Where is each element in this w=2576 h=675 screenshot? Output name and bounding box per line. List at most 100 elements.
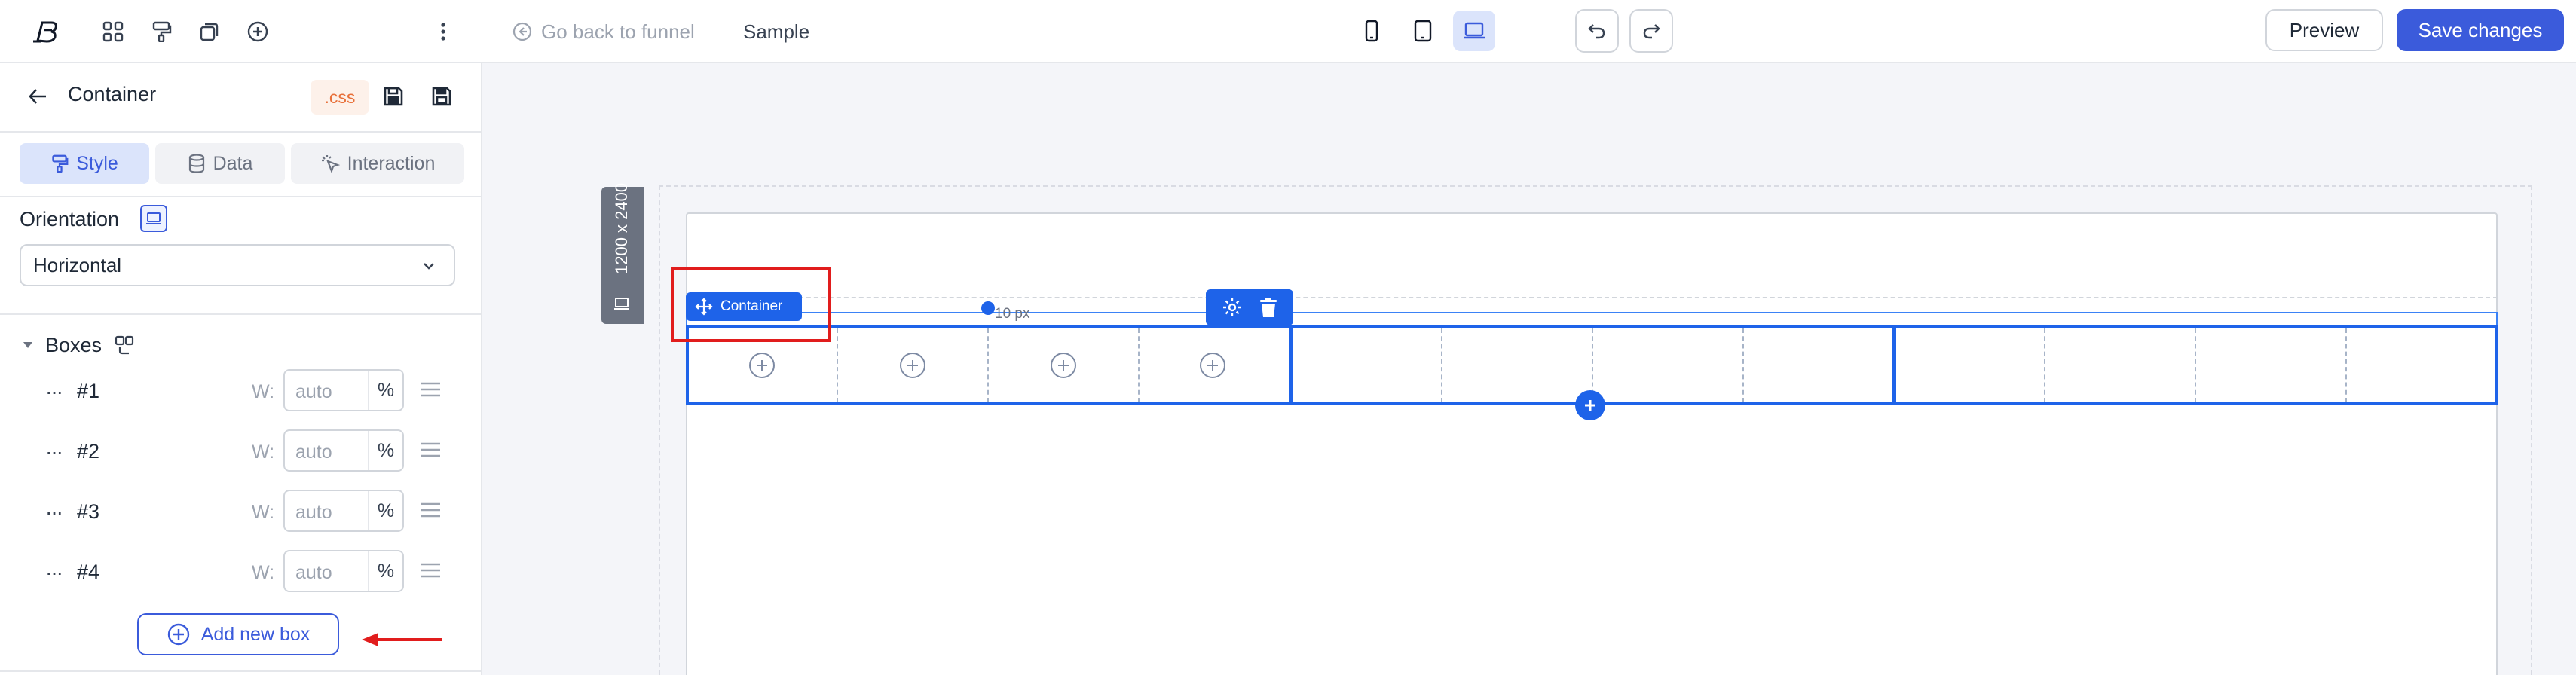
boxes-layout-icon[interactable] <box>114 334 135 356</box>
width-input[interactable]: auto % <box>283 369 404 411</box>
add-new-box-label: Add new box <box>200 623 311 645</box>
annotation-highlight-box <box>671 267 831 342</box>
top-bar: Go back to funnel Sample Preview Save ch… <box>0 0 2576 63</box>
orientation-select[interactable]: Horizontal <box>20 244 455 286</box>
tab-style-label: Style <box>76 152 118 174</box>
add-circle-icon[interactable] <box>1051 353 1076 378</box>
grid-icon[interactable] <box>96 15 130 48</box>
redo-icon <box>1641 22 1661 40</box>
drag-handle-icon[interactable] <box>419 562 442 579</box>
layers-icon[interactable] <box>193 15 226 48</box>
box-label: #1 <box>77 380 100 402</box>
gap-label: 10 px <box>995 306 1030 322</box>
box-cell[interactable] <box>2196 328 2347 402</box>
plus-icon <box>1583 398 1598 413</box>
box-cell[interactable] <box>1442 328 1593 402</box>
container-toolbar <box>1206 289 1293 325</box>
unit-label[interactable]: % <box>368 371 402 410</box>
tab-interaction[interactable]: Interaction <box>291 143 464 184</box>
container-section-3[interactable] <box>1893 325 2498 405</box>
box-label: #2 <box>77 440 100 463</box>
save-changes-button[interactable]: Save changes <box>2397 9 2564 51</box>
tab-data-label: Data <box>213 152 253 174</box>
page-canvas[interactable] <box>686 212 2498 675</box>
box-cell[interactable] <box>1744 328 1892 402</box>
logo-icon[interactable] <box>30 15 63 48</box>
add-circle-icon[interactable] <box>241 15 274 48</box>
unit-label[interactable]: % <box>368 491 402 530</box>
orientation-label: Orientation <box>20 208 120 231</box>
width-label: W: <box>252 502 275 523</box>
tab-style[interactable]: Style <box>20 143 149 184</box>
save-as-icon[interactable] <box>431 86 452 107</box>
unit-label[interactable]: % <box>368 431 402 470</box>
width-label: W: <box>252 441 275 463</box>
save-icon[interactable] <box>383 86 404 107</box>
undo-icon <box>1587 22 1607 40</box>
width-label: W: <box>252 381 275 402</box>
box-cell[interactable] <box>989 328 1140 402</box>
drag-handle-icon[interactable] <box>419 502 442 518</box>
more-horizontal-icon[interactable]: ··· <box>45 500 63 524</box>
box-cell[interactable] <box>1140 328 1289 402</box>
more-vertical-icon[interactable] <box>427 15 460 48</box>
width-placeholder: auto <box>295 502 332 523</box>
panel-header: Container .css <box>0 63 481 133</box>
panel-title: Container <box>68 83 157 105</box>
tablet-icon <box>1414 20 1432 42</box>
more-horizontal-icon[interactable]: ··· <box>45 380 63 404</box>
boxes-section-header[interactable]: Boxes <box>23 330 135 360</box>
preview-button[interactable]: Preview <box>2265 9 2383 51</box>
panel-tabs: Style Data Interaction <box>20 143 464 184</box>
desktop-view-button[interactable] <box>1453 11 1495 51</box>
orientation-value: Horizontal <box>33 253 122 276</box>
desktop-icon[interactable] <box>140 205 167 232</box>
redo-button[interactable] <box>1629 9 1673 53</box>
more-horizontal-icon[interactable]: ··· <box>45 560 63 585</box>
undo-button[interactable] <box>1575 9 1619 53</box>
add-circle-icon <box>167 622 191 646</box>
desktop-icon <box>1463 22 1485 40</box>
drag-handle-icon[interactable] <box>419 441 442 458</box>
width-label: W: <box>252 562 275 583</box>
box-cell[interactable] <box>838 328 989 402</box>
page-name: Sample <box>743 20 810 43</box>
add-circle-icon[interactable] <box>749 353 775 378</box>
box-cell[interactable] <box>2045 328 2196 402</box>
paint-roller-icon[interactable] <box>145 15 178 48</box>
mobile-view-button[interactable] <box>1351 11 1393 51</box>
tab-interaction-label: Interaction <box>347 152 436 174</box>
gap-handle[interactable] <box>981 301 995 315</box>
box-row-4: ··· #4 W: auto % <box>45 550 452 592</box>
tab-data[interactable]: Data <box>155 143 285 184</box>
tablet-view-button[interactable] <box>1402 11 1444 51</box>
arrow-left-circle-icon <box>512 22 532 41</box>
more-horizontal-icon[interactable]: ··· <box>45 440 63 464</box>
unit-label[interactable]: % <box>368 551 402 591</box>
box-row-1: ··· #1 W: auto % <box>45 369 452 411</box>
gear-icon[interactable] <box>1222 297 1243 318</box>
paint-roller-icon <box>50 154 69 173</box>
box-cell[interactable] <box>1593 328 1744 402</box>
add-circle-icon[interactable] <box>1200 353 1225 378</box>
add-new-box-button[interactable]: Add new box <box>137 613 339 655</box>
width-input[interactable]: auto % <box>283 550 404 592</box>
box-cell[interactable] <box>1293 328 1442 402</box>
add-section-button[interactable] <box>1575 390 1605 420</box>
viewport-size-label: 1200 x 2400 <box>612 182 631 274</box>
trash-icon[interactable] <box>1259 297 1278 318</box>
drag-handle-icon[interactable] <box>419 381 442 398</box>
css-badge[interactable]: .css <box>311 80 369 115</box>
box-cell[interactable] <box>1896 328 2045 402</box>
width-placeholder: auto <box>295 441 332 463</box>
width-placeholder: auto <box>295 381 332 402</box>
section-boundary <box>686 297 2498 298</box>
add-circle-icon[interactable] <box>900 353 925 378</box>
box-cell[interactable] <box>2347 328 2495 402</box>
arrow-left-icon[interactable] <box>27 86 48 107</box>
divider <box>0 313 481 315</box>
divider <box>0 670 481 672</box>
width-input[interactable]: auto % <box>283 490 404 532</box>
back-to-funnel-link[interactable]: Go back to funnel <box>512 15 695 48</box>
width-input[interactable]: auto % <box>283 429 404 472</box>
